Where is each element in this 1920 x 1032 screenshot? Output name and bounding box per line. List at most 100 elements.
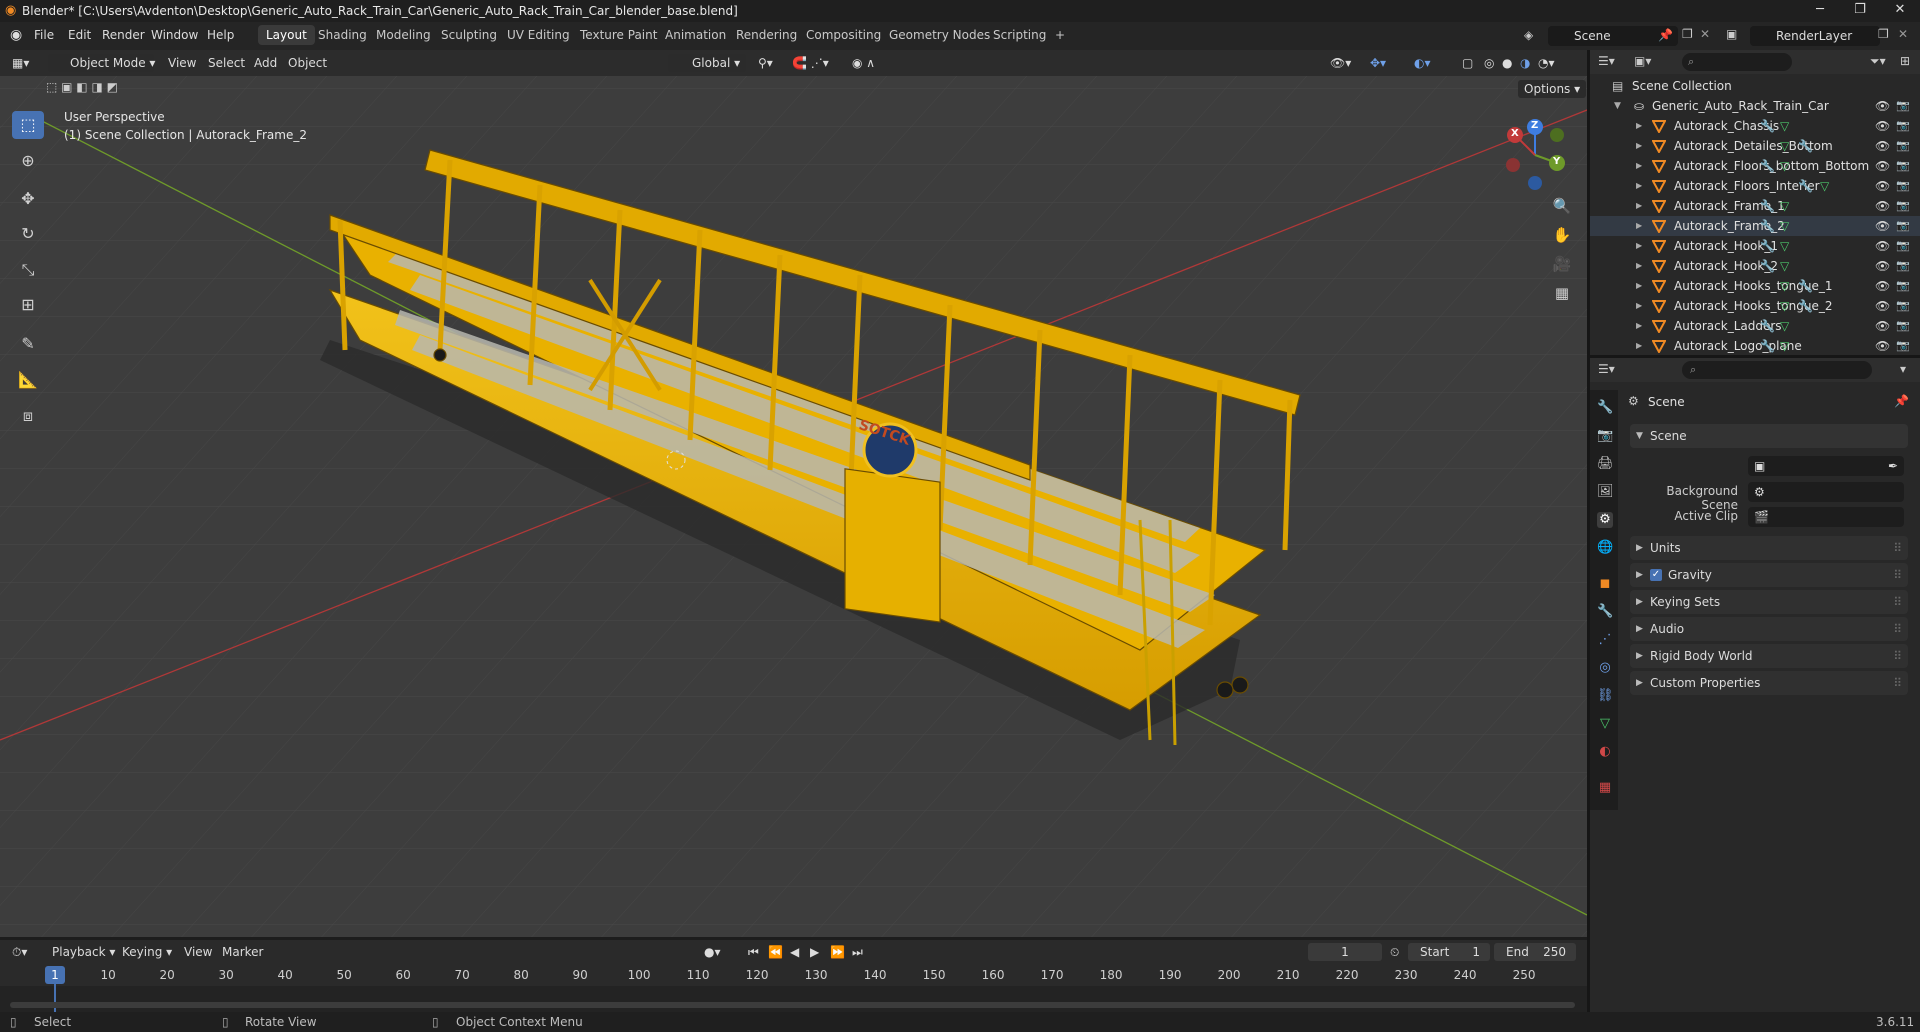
outliner-row-object[interactable]: ▶ Autorack_Chassis 🔧 ▽ 👁 📷 bbox=[1590, 116, 1920, 136]
rotate-tool[interactable]: ↻ bbox=[12, 220, 44, 248]
next-keyframe-icon[interactable]: ⏩ bbox=[830, 943, 845, 961]
outliner-row-collection[interactable]: ▼ ⛀ Generic_Auto_Rack_Train_Car 👁 📷 bbox=[1590, 96, 1920, 116]
tab-scripting[interactable]: Scripting bbox=[985, 25, 1054, 45]
mesh-data-icon[interactable]: ▽ bbox=[1780, 316, 1789, 336]
render-camera-icon[interactable]: 📷 bbox=[1896, 136, 1910, 156]
select-menu[interactable]: Select bbox=[208, 54, 245, 72]
material-shading-icon[interactable]: ◑ bbox=[1520, 54, 1530, 72]
3d-viewport[interactable]: SOTCK User Perspective (1) Scene Collect… bbox=[0, 50, 1587, 937]
new-collection-icon[interactable]: ⊞ bbox=[1900, 54, 1910, 68]
mesh-data-icon[interactable]: ▽ bbox=[1780, 216, 1789, 236]
outliner-row-object[interactable]: ▶ Autorack_Hook_2 🔧 ▽ 👁 📷 bbox=[1590, 256, 1920, 276]
current-frame-field[interactable]: 1 bbox=[1308, 943, 1382, 961]
active-clip-field[interactable]: 🎬 bbox=[1748, 507, 1904, 527]
visibility-eye-icon[interactable]: 👁 bbox=[1875, 136, 1890, 156]
object-menu[interactable]: Object bbox=[288, 54, 327, 72]
world-tab-icon[interactable]: 🌐 bbox=[1597, 540, 1613, 556]
mesh-data-icon[interactable]: ▽ bbox=[1780, 236, 1789, 256]
outliner-row-object[interactable]: ▶ Autorack_Ladders 🔧 ▽ 👁 📷 bbox=[1590, 316, 1920, 336]
outliner-row-object[interactable]: ▶ Autorack_Hooks_tongue_2 🔧 ▽ 👁 📷 bbox=[1590, 296, 1920, 316]
outliner-row-scene-collection[interactable]: ▤ Scene Collection bbox=[1590, 76, 1920, 96]
tab-modeling[interactable]: Modeling bbox=[368, 25, 439, 45]
visibility-eye-icon[interactable]: 👁 bbox=[1875, 216, 1890, 236]
ortho-grid-icon[interactable]: ▦ bbox=[1548, 279, 1576, 307]
drag-handle-icon[interactable]: ⠿ bbox=[1893, 563, 1902, 587]
tool-tab-icon[interactable]: 🔧 bbox=[1597, 400, 1613, 416]
material-tab-icon[interactable]: ◐ bbox=[1597, 744, 1613, 760]
menu-render[interactable]: Render bbox=[102, 28, 145, 42]
render-camera-icon[interactable]: 📷 bbox=[1896, 336, 1910, 356]
visibility-eye-icon[interactable]: 👁 bbox=[1875, 116, 1890, 136]
properties-editor-type-icon[interactable]: ☰▾ bbox=[1598, 362, 1615, 376]
tab-texture-paint[interactable]: Texture Paint bbox=[572, 25, 665, 45]
drag-handle-icon[interactable]: ⠿ bbox=[1893, 671, 1902, 695]
play-icon[interactable]: ▶ bbox=[810, 943, 819, 961]
playback-menu[interactable]: Playback ▾ bbox=[52, 943, 115, 961]
visibility-eye-icon[interactable]: 👁 bbox=[1875, 256, 1890, 276]
tab-uv-editing[interactable]: UV Editing bbox=[499, 25, 578, 45]
annotate-tool[interactable]: ✎ bbox=[12, 330, 44, 358]
tab-sculpting[interactable]: Sculpting bbox=[433, 25, 505, 45]
tab-layout[interactable]: Layout bbox=[258, 25, 315, 45]
scene-panel-header[interactable]: ▼ Scene bbox=[1630, 424, 1908, 448]
outliner-row-object[interactable]: ▶ Autorack_Logo_plane 🔧 ▽ 👁 📷 bbox=[1590, 336, 1920, 356]
mesh-data-icon[interactable]: ▽ bbox=[1780, 196, 1789, 216]
render-camera-icon[interactable]: 📷 bbox=[1896, 96, 1910, 116]
mesh-data-icon[interactable]: ▽ bbox=[1780, 256, 1789, 276]
view-menu[interactable]: View bbox=[168, 54, 196, 72]
display-mode-icon[interactable]: ▣▾ bbox=[1634, 54, 1651, 68]
wireframe-shading-icon[interactable]: ◎ bbox=[1484, 54, 1494, 72]
drag-handle-icon[interactable]: ⠿ bbox=[1893, 644, 1902, 668]
modifier-wrench-icon[interactable]: 🔧 bbox=[1760, 196, 1775, 216]
properties-section-units[interactable]: ▶ Units ⠿ bbox=[1630, 536, 1908, 560]
mesh-data-icon[interactable]: ▽ bbox=[1780, 156, 1789, 176]
modifier-wrench-icon[interactable]: 🔧 bbox=[1798, 276, 1813, 296]
render-camera-icon[interactable]: 📷 bbox=[1896, 216, 1910, 236]
visibility-eye-icon[interactable]: 👁 bbox=[1875, 156, 1890, 176]
filter-icon[interactable]: ⏷▾ bbox=[1870, 54, 1886, 69]
physics-tab-icon[interactable]: ◎ bbox=[1597, 660, 1613, 676]
visibility-eye-icon[interactable]: 👁 bbox=[1875, 276, 1890, 296]
editor-type-icon[interactable]: ▦▾ bbox=[12, 54, 29, 72]
expand-arrow-icon[interactable]: ▶ bbox=[1636, 156, 1642, 176]
properties-section-rigid-body-world[interactable]: ▶ Rigid Body World ⠿ bbox=[1630, 644, 1908, 668]
render-camera-icon[interactable]: 📷 bbox=[1896, 196, 1910, 216]
tab-geometry-nodes[interactable]: Geometry Nodes bbox=[881, 25, 998, 45]
visibility-eye-icon[interactable]: 👁 bbox=[1875, 196, 1890, 216]
timeline-view-menu[interactable]: View bbox=[184, 943, 212, 961]
expand-arrow-icon[interactable]: ▶ bbox=[1636, 216, 1642, 236]
select-box-tool[interactable]: ⬚ bbox=[12, 111, 44, 139]
render-camera-icon[interactable]: 📷 bbox=[1896, 276, 1910, 296]
blender-menu-icon[interactable]: ◉ bbox=[10, 27, 22, 43]
camera-view-icon[interactable]: 🎥 bbox=[1548, 250, 1576, 278]
properties-pin-icon[interactable]: 📌 bbox=[1894, 394, 1909, 408]
particles-tab-icon[interactable]: ⋰ bbox=[1597, 632, 1613, 648]
measure-tool[interactable]: 📐 bbox=[12, 366, 44, 394]
start-frame-field[interactable]: Start 1 bbox=[1408, 943, 1490, 961]
add-menu[interactable]: Add bbox=[254, 54, 277, 72]
zoom-icon[interactable]: 🔍 bbox=[1548, 192, 1576, 220]
scale-tool[interactable]: ⤡ bbox=[12, 256, 44, 284]
add-cube-tool[interactable]: ⧈ bbox=[12, 402, 44, 430]
tab-compositing[interactable]: Compositing bbox=[798, 25, 889, 45]
visibility-eye-icon[interactable]: 👁 bbox=[1875, 336, 1890, 356]
mesh-data-icon[interactable]: ▽ bbox=[1820, 176, 1829, 196]
transform-orientation-dropdown[interactable]: Global ▾ bbox=[668, 54, 746, 72]
outliner-search-input[interactable]: ⌕ bbox=[1682, 53, 1792, 71]
mesh-data-icon[interactable]: ▽ bbox=[1780, 296, 1789, 316]
play-reverse-icon[interactable]: ◀ bbox=[790, 943, 799, 961]
render-camera-icon[interactable]: 📷 bbox=[1896, 316, 1910, 336]
mesh-data-icon[interactable]: ▽ bbox=[1780, 136, 1789, 156]
outliner-row-object[interactable]: ▶ Autorack_Hook_1 🔧 ▽ 👁 📷 bbox=[1590, 236, 1920, 256]
outliner-row-object[interactable]: ▶ Autorack_Floors_bottom_Bottom 🔧 ▽ 👁 📷 bbox=[1590, 156, 1920, 176]
solid-shading-icon[interactable]: ● bbox=[1502, 54, 1512, 72]
expand-arrow-icon[interactable]: ▼ bbox=[1614, 96, 1621, 116]
scene-pin-icon[interactable]: 📌 bbox=[1658, 28, 1673, 42]
visibility-icon[interactable]: 👁▾ bbox=[1330, 54, 1351, 72]
maximize-button[interactable]: ❐ bbox=[1840, 2, 1880, 20]
pan-hand-icon[interactable]: ✋ bbox=[1548, 221, 1576, 249]
gravity-checkbox[interactable]: ✓ bbox=[1650, 569, 1662, 581]
timeline-editor-type-icon[interactable]: ⏱▾ bbox=[12, 943, 27, 961]
outliner-row-object[interactable]: ▶ Autorack_Hooks_tongue_1 🔧 ▽ 👁 📷 bbox=[1590, 276, 1920, 296]
prev-keyframe-icon[interactable]: ⏪ bbox=[768, 943, 783, 961]
